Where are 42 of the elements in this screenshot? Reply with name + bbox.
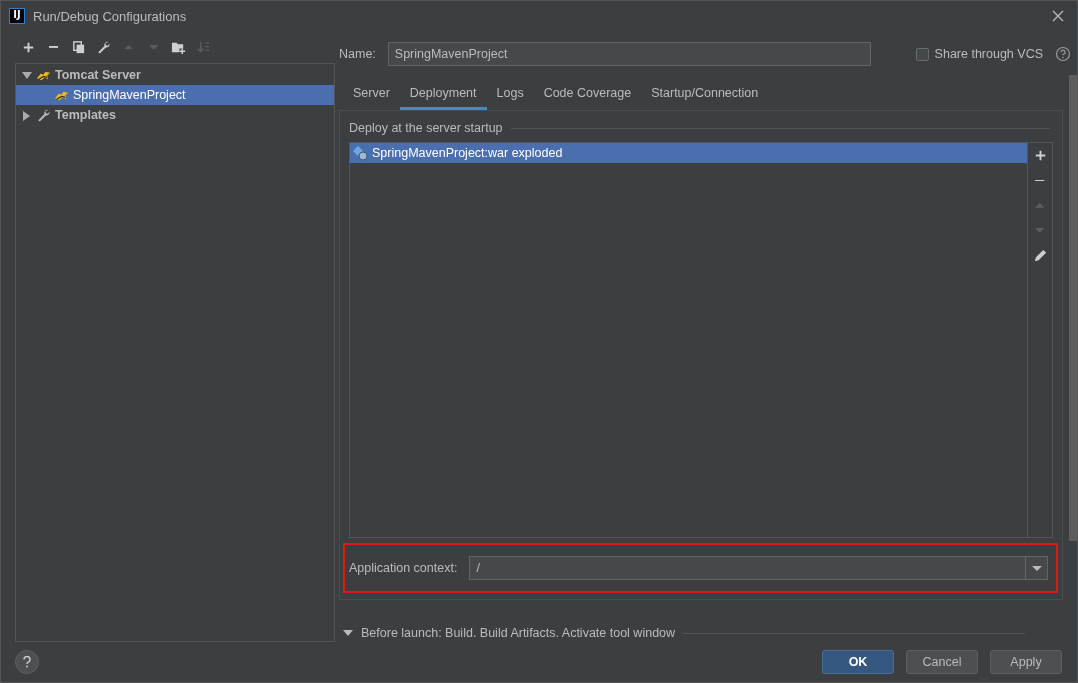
artifact-item[interactable]: SpringMavenProject:war exploded (350, 143, 1027, 163)
app-logo: IJ (9, 8, 25, 24)
before-launch-label: Before launch: Build. Build Artifacts. Activate tool window (361, 626, 676, 640)
context-label: Application context: (349, 561, 458, 575)
pencil-icon (1032, 248, 1048, 263)
help-icon (21, 656, 33, 668)
share-checkbox[interactable]: Share through VCS (915, 47, 1043, 61)
tab[interactable]: Deployment (399, 79, 487, 110)
sort-icon (196, 39, 211, 55)
wrench-icon (96, 39, 111, 55)
dialog-button[interactable]: Apply (990, 650, 1062, 674)
tab[interactable]: Server (343, 79, 400, 110)
help-button[interactable] (1055, 46, 1071, 62)
dialog-button[interactable]: OK (822, 650, 894, 674)
expand-toggle[interactable] (343, 630, 353, 636)
context-field[interactable]: / (469, 556, 1025, 580)
tab[interactable]: Startup/Connection (641, 79, 769, 110)
artifact-icon (352, 145, 368, 161)
name-field[interactable]: SpringMavenProject (387, 42, 871, 66)
window-title: Run/Debug Configurations (33, 8, 188, 24)
wrench-icon (36, 107, 51, 123)
name-label: Name: (339, 47, 376, 61)
up-arrow-icon (1035, 203, 1045, 208)
dialog-button[interactable]: Cancel (906, 650, 978, 674)
scrollbar[interactable] (1069, 75, 1077, 541)
tab[interactable]: Logs (486, 79, 534, 110)
help-icon (1055, 46, 1071, 62)
close-icon (1051, 9, 1065, 23)
help-button[interactable] (15, 650, 39, 674)
down-arrow-icon (1035, 228, 1045, 233)
tree-item[interactable]: Templates (16, 105, 334, 125)
tree-item[interactable]: Tomcat Server (16, 65, 334, 85)
down-arrow-icon (148, 44, 159, 50)
remove-icon (1035, 179, 1045, 182)
tree-item[interactable]: SpringMavenProject (16, 85, 334, 105)
caret-icon (1031, 565, 1042, 571)
dropdown-button[interactable] (1025, 556, 1048, 580)
up-arrow-icon (123, 44, 134, 50)
expanded-arrow-icon (343, 630, 353, 636)
section-title: Deploy at the server startup (349, 121, 503, 135)
tab[interactable]: Code Coverage (533, 79, 642, 110)
copy-icon (71, 39, 86, 55)
